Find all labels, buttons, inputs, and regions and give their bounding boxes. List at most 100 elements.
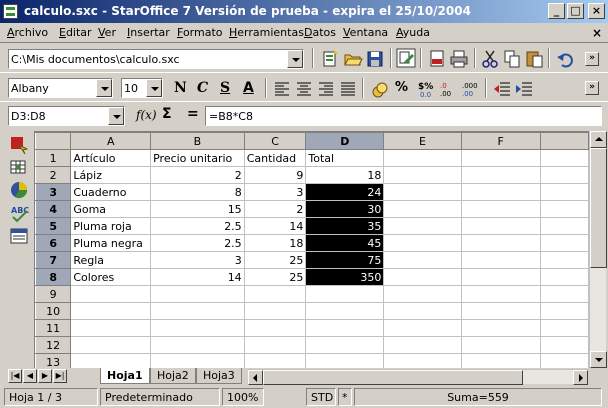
cell[interactable] [243, 285, 307, 303]
close-document-button[interactable]: × [592, 26, 602, 40]
cell[interactable] [539, 149, 589, 167]
underline-button[interactable]: S [220, 80, 230, 96]
toolbar-more-button[interactable]: » [585, 52, 599, 66]
cell[interactable]: 24 [305, 183, 385, 201]
font-size-combobox[interactable]: 10 [121, 78, 163, 98]
increase-indent-icon[interactable] [514, 79, 534, 99]
row-header[interactable]: 1 [35, 149, 72, 167]
sheet-tab-hoja1[interactable]: Hoja1 [100, 368, 150, 384]
cell[interactable] [539, 200, 589, 218]
italic-button[interactable]: C [197, 80, 208, 96]
cell[interactable]: Regla [70, 251, 152, 269]
cell[interactable] [383, 200, 462, 218]
url-combobox[interactable]: C:\Mis documentos\calculo.sxc [8, 49, 304, 69]
cell[interactable] [539, 251, 589, 269]
cell[interactable] [383, 336, 462, 354]
cell[interactable]: 30 [305, 200, 385, 218]
row-header[interactable]: 9 [35, 285, 72, 303]
cell[interactable] [460, 234, 541, 252]
cell[interactable]: Pluma negra [70, 234, 152, 252]
cell[interactable]: Cuaderno [70, 183, 152, 201]
cell[interactable] [539, 336, 589, 354]
menu-ayuda[interactable]: Ayuda [396, 26, 430, 39]
cell[interactable] [460, 353, 541, 368]
cell[interactable] [460, 217, 541, 235]
menu-datos[interactable]: Datos [304, 26, 336, 39]
cell[interactable]: 350 [305, 268, 385, 286]
open-folder-icon[interactable] [343, 49, 363, 69]
cell[interactable] [539, 234, 589, 252]
cell[interactable]: 35 [305, 217, 385, 235]
vertical-scrollbar[interactable] [589, 131, 607, 368]
name-box[interactable]: D3:D8 [8, 106, 125, 126]
menu-archivo[interactable]: Archivo [7, 26, 48, 39]
row-header[interactable]: 2 [35, 166, 72, 184]
font-name-dropdown[interactable] [96, 79, 112, 97]
cell[interactable] [150, 302, 245, 320]
column-header-f[interactable]: F [460, 132, 541, 150]
print-icon[interactable] [449, 49, 469, 69]
column-header-a[interactable]: A [70, 132, 152, 150]
add-decimal-icon[interactable]: .0.00 [438, 79, 458, 99]
align-left-icon[interactable] [272, 79, 292, 99]
column-header-e[interactable]: E [383, 132, 462, 150]
cell[interactable]: 9 [243, 166, 307, 184]
row-header[interactable]: 12 [35, 336, 72, 354]
cell[interactable] [383, 302, 462, 320]
cell[interactable] [460, 336, 541, 354]
cell[interactable] [383, 251, 462, 269]
cell[interactable]: 18 [305, 166, 385, 184]
cell[interactable] [539, 353, 589, 368]
cell[interactable]: 3 [150, 251, 245, 269]
status-style[interactable]: Predeterminado [100, 388, 220, 406]
row-header[interactable]: 6 [35, 234, 72, 252]
cell[interactable] [539, 285, 589, 303]
cell[interactable]: 14 [150, 268, 245, 286]
cell[interactable]: 25 [243, 268, 307, 286]
remove-decimal-icon[interactable]: .000.00 [460, 79, 480, 99]
export-pdf-icon[interactable] [427, 49, 447, 69]
horizontal-scroll-thumb[interactable] [263, 370, 523, 385]
insert-chart-icon[interactable] [9, 180, 29, 200]
justify-icon[interactable] [338, 79, 358, 99]
cell[interactable] [305, 353, 385, 368]
cell[interactable] [460, 251, 541, 269]
column-header-c[interactable]: C [243, 132, 307, 150]
cell[interactable] [243, 353, 307, 368]
minimize-button[interactable]: _ [548, 3, 565, 19]
last-sheet-button[interactable]: ▶| [53, 369, 67, 383]
sheet-tab-hoja3[interactable]: Hoja3 [196, 368, 242, 384]
cell[interactable] [383, 166, 462, 184]
sum-button[interactable]: Σ [162, 106, 172, 122]
cell[interactable] [460, 268, 541, 286]
spellcheck-icon[interactable]: ABC [9, 203, 29, 223]
cell[interactable] [70, 353, 152, 368]
cell[interactable] [383, 183, 462, 201]
cell[interactable]: 3 [243, 183, 307, 201]
row-header[interactable]: 8 [35, 268, 72, 286]
scroll-left-button[interactable] [248, 370, 263, 385]
align-right-icon[interactable] [316, 79, 336, 99]
cell[interactable] [150, 353, 245, 368]
cell[interactable]: 2 [150, 166, 245, 184]
cell[interactable] [460, 302, 541, 320]
scroll-right-button[interactable] [573, 370, 588, 385]
cell[interactable] [70, 302, 152, 320]
new-document-icon[interactable] [320, 49, 340, 69]
row-header[interactable]: 10 [35, 302, 72, 320]
column-header[interactable] [539, 132, 589, 150]
row-header[interactable]: 3 [35, 183, 72, 201]
bold-button[interactable]: N [174, 80, 187, 96]
cell[interactable] [305, 285, 385, 303]
cell[interactable] [383, 285, 462, 303]
cell[interactable] [70, 319, 152, 337]
cell[interactable]: Precio unitario [150, 149, 245, 167]
row-header[interactable]: 13 [35, 353, 72, 368]
cell[interactable] [460, 183, 541, 201]
first-sheet-button[interactable]: |◀ [8, 369, 22, 383]
standard-number-format-icon[interactable]: $%0.0 [416, 79, 436, 99]
copy-icon[interactable] [502, 49, 522, 69]
cell[interactable]: Cantidad [243, 149, 307, 167]
close-button[interactable]: × [588, 3, 605, 19]
cell[interactable] [383, 319, 462, 337]
